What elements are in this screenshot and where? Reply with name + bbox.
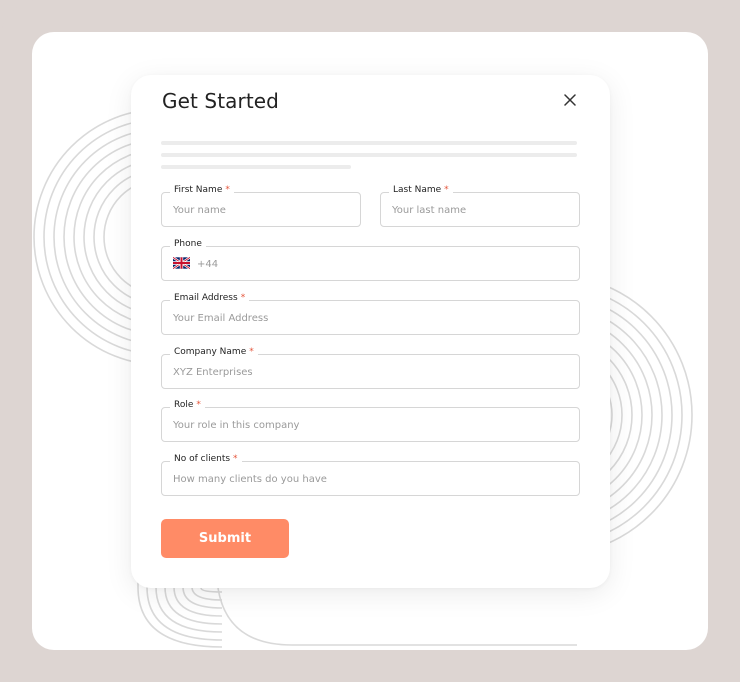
clients-label: No of clients * — [170, 453, 242, 466]
first-name-label: First Name * — [170, 184, 234, 197]
role-field: Role * — [161, 399, 580, 442]
required-asterisk: * — [249, 347, 254, 357]
clients-input[interactable] — [173, 471, 568, 487]
company-name-input[interactable] — [173, 364, 568, 380]
phone-input[interactable] — [197, 256, 568, 272]
background-canvas: Get Started First Name* Last Name* Phone — [32, 32, 708, 650]
last-name-input[interactable] — [392, 202, 568, 218]
last-name-field: Last Name * — [380, 184, 580, 227]
role-label: Role * — [170, 399, 205, 412]
email-field: Email Address * — [161, 292, 580, 335]
first-name-input[interactable] — [173, 202, 349, 218]
required-asterisk: * — [444, 185, 449, 195]
modal-title: Get Started — [162, 89, 279, 113]
get-started-modal: Get Started First Name* Last Name* Phone — [131, 75, 610, 588]
clients-field: No of clients * — [161, 453, 580, 496]
first-name-field: First Name * — [161, 184, 361, 227]
outer-frame: Get Started First Name* Last Name* Phone — [0, 0, 740, 682]
required-asterisk: * — [233, 454, 238, 464]
email-label: Email Address * — [170, 292, 250, 305]
required-asterisk: * — [196, 400, 201, 410]
last-name-label: Last Name * — [389, 184, 453, 197]
email-input[interactable] — [173, 310, 568, 326]
role-input[interactable] — [173, 417, 568, 433]
company-name-field: Company Name * — [161, 346, 580, 389]
required-asterisk: * — [240, 293, 246, 303]
phone-label: Phone — [170, 238, 206, 251]
close-icon[interactable] — [561, 91, 579, 109]
skeleton-line — [161, 141, 577, 145]
phone-field: Phone — [161, 238, 580, 281]
uk-flag-icon[interactable] — [173, 257, 190, 269]
skeleton-line — [161, 153, 577, 157]
required-asterisk: * — [225, 185, 230, 195]
submit-button[interactable]: Submit — [161, 519, 289, 558]
company-name-label: Company Name * — [170, 346, 258, 359]
skeleton-line — [161, 165, 351, 169]
